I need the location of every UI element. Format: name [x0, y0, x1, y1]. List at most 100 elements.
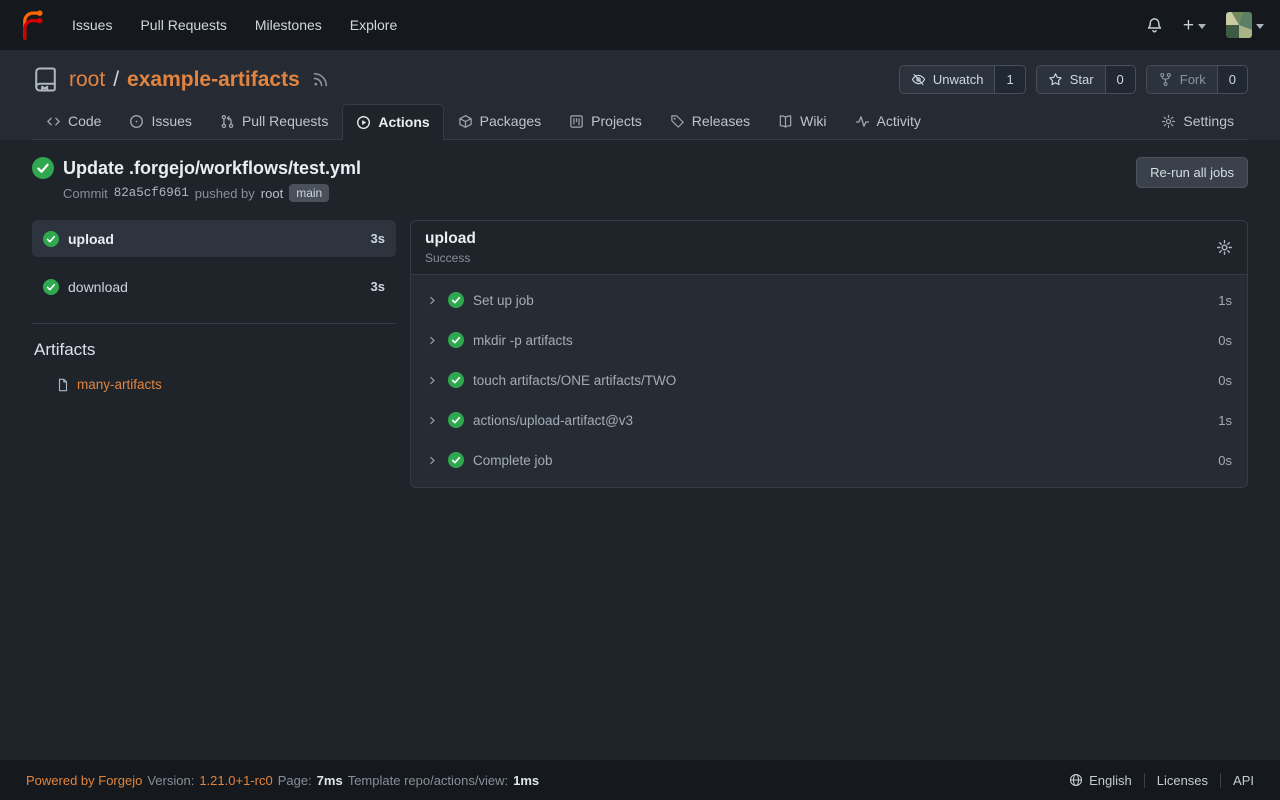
fork-button-main: Fork — [1147, 66, 1217, 93]
job-options-button[interactable] — [1216, 239, 1233, 256]
tab-pull-requests-label: Pull Requests — [242, 113, 328, 129]
tab-actions[interactable]: Actions — [342, 104, 443, 140]
tab-issues[interactable]: Issues — [115, 103, 205, 139]
project-icon — [569, 114, 584, 129]
pushed-by-label: pushed by — [195, 186, 255, 201]
sidebar-divider — [32, 323, 396, 324]
step-row-mkdir[interactable]: mkdir -p artifacts 0s — [411, 320, 1247, 360]
footer-left: Powered by Forgejo Version: 1.21.0+1-rc0… — [26, 773, 539, 788]
gear-icon — [1161, 114, 1176, 129]
avatar — [1226, 12, 1252, 38]
artifact-download-link[interactable]: many-artifacts — [77, 377, 162, 392]
footer-right: English Licenses API — [1057, 773, 1254, 788]
create-new-button[interactable]: + — [1183, 16, 1206, 35]
repo-owner-link[interactable]: root — [69, 68, 105, 92]
rerun-all-jobs-button[interactable]: Re-run all jobs — [1136, 157, 1248, 188]
tag-icon — [670, 114, 685, 129]
pusher-link[interactable]: root — [261, 186, 283, 201]
step-duration: 1s — [1218, 293, 1232, 308]
job-item-upload[interactable]: upload 3s — [32, 220, 396, 257]
step-label: touch artifacts/ONE artifacts/TWO — [473, 373, 676, 388]
powered-by-link[interactable]: Powered by Forgejo — [26, 773, 142, 788]
top-navbar: Issues Pull Requests Milestones Explore … — [0, 0, 1280, 50]
tab-wiki[interactable]: Wiki — [764, 103, 840, 139]
tab-pull-requests[interactable]: Pull Requests — [206, 103, 342, 139]
step-duration: 0s — [1218, 373, 1232, 388]
step-row-complete-job[interactable]: Complete job 0s — [411, 440, 1247, 480]
licenses-link[interactable]: Licenses — [1144, 773, 1220, 788]
tab-releases-label: Releases — [692, 113, 750, 129]
run-header-left: Update .forgejo/workflows/test.yml Commi… — [32, 157, 361, 202]
language-label: English — [1089, 773, 1132, 788]
success-check-icon — [448, 332, 464, 348]
fork-button[interactable]: Fork 0 — [1146, 65, 1248, 94]
forgejo-logo[interactable] — [16, 10, 46, 40]
success-check-icon — [43, 231, 59, 247]
job-steps-list: Set up job 1s mkdir -p artifacts 0s touc… — [411, 275, 1247, 487]
tab-settings[interactable]: Settings — [1147, 103, 1248, 139]
api-link[interactable]: API — [1220, 773, 1254, 788]
step-row-touch[interactable]: touch artifacts/ONE artifacts/TWO 0s — [411, 360, 1247, 400]
step-row-upload-artifact[interactable]: actions/upload-artifact@v3 1s — [411, 400, 1247, 440]
nav-explore[interactable]: Explore — [336, 0, 411, 50]
chevron-right-icon — [426, 374, 439, 387]
branch-badge[interactable]: main — [289, 184, 329, 202]
tab-packages[interactable]: Packages — [444, 103, 555, 139]
job-item-download[interactable]: download 3s — [32, 268, 396, 305]
language-selector[interactable]: English — [1057, 773, 1144, 788]
job-sidebar: upload 3s download 3s Artifacts — [32, 220, 396, 392]
template-time-label: Template repo/actions/view: — [348, 773, 508, 788]
tab-packages-label: Packages — [480, 113, 541, 129]
fork-count[interactable]: 0 — [1217, 66, 1247, 93]
step-duration: 1s — [1218, 413, 1232, 428]
success-check-icon — [448, 372, 464, 388]
commit-label: Commit — [63, 186, 108, 201]
template-time-value: 1ms — [513, 773, 539, 788]
step-duration: 0s — [1218, 333, 1232, 348]
notifications-button[interactable] — [1146, 17, 1163, 34]
tab-wiki-label: Wiki — [800, 113, 826, 129]
star-count[interactable]: 0 — [1105, 66, 1135, 93]
tab-code-label: Code — [68, 113, 101, 129]
tab-code[interactable]: Code — [32, 103, 115, 139]
job-panel-status: Success — [425, 251, 476, 265]
step-label: actions/upload-artifact@v3 — [473, 413, 633, 428]
chevron-right-icon — [426, 414, 439, 427]
watch-count[interactable]: 1 — [994, 66, 1024, 93]
tab-releases[interactable]: Releases — [656, 103, 764, 139]
tab-activity[interactable]: Activity — [841, 103, 935, 139]
repo-tabs: Code Issues Pull Requests — [32, 103, 1248, 140]
step-label: mkdir -p artifacts — [473, 333, 573, 348]
page-time-label: Page: — [278, 773, 312, 788]
version-link[interactable]: 1.21.0+1-rc0 — [199, 773, 272, 788]
commit-line: Commit 82a5cf6961 pushed by root main — [63, 184, 361, 202]
chevron-right-icon — [426, 334, 439, 347]
tab-projects[interactable]: Projects — [555, 103, 656, 139]
job-panel-header: upload Success — [411, 221, 1247, 275]
job-name: upload — [68, 231, 114, 247]
version-label: Version: — [147, 773, 194, 788]
nav-pull-requests[interactable]: Pull Requests — [126, 0, 240, 50]
unwatch-button[interactable]: Unwatch 1 — [899, 65, 1026, 94]
commit-sha-link[interactable]: 82a5cf6961 — [114, 186, 189, 200]
book-icon — [778, 114, 793, 129]
nav-milestones[interactable]: Milestones — [241, 0, 336, 50]
repo-name-link[interactable]: example-artifacts — [127, 68, 300, 92]
success-check-icon — [43, 279, 59, 295]
repo-title-row: root / example-artifacts — [32, 65, 1248, 94]
artifact-item: many-artifacts — [32, 377, 396, 392]
tab-activity-label: Activity — [877, 113, 921, 129]
run-body: upload 3s download 3s Artifacts — [32, 220, 1248, 488]
bell-icon — [1146, 17, 1163, 34]
star-icon — [1048, 72, 1063, 87]
star-button[interactable]: Star 0 — [1036, 65, 1136, 94]
pull-request-icon — [220, 114, 235, 129]
user-menu-button[interactable] — [1226, 12, 1264, 38]
job-detail-panel: upload Success Set up job — [410, 220, 1248, 488]
step-label: Complete job — [473, 453, 553, 468]
rss-feed-button[interactable] — [312, 71, 329, 88]
step-row-setup-job[interactable]: Set up job 1s — [411, 280, 1247, 320]
nav-issues[interactable]: Issues — [58, 0, 126, 50]
footer: Powered by Forgejo Version: 1.21.0+1-rc0… — [0, 760, 1280, 800]
globe-icon — [1069, 773, 1083, 787]
